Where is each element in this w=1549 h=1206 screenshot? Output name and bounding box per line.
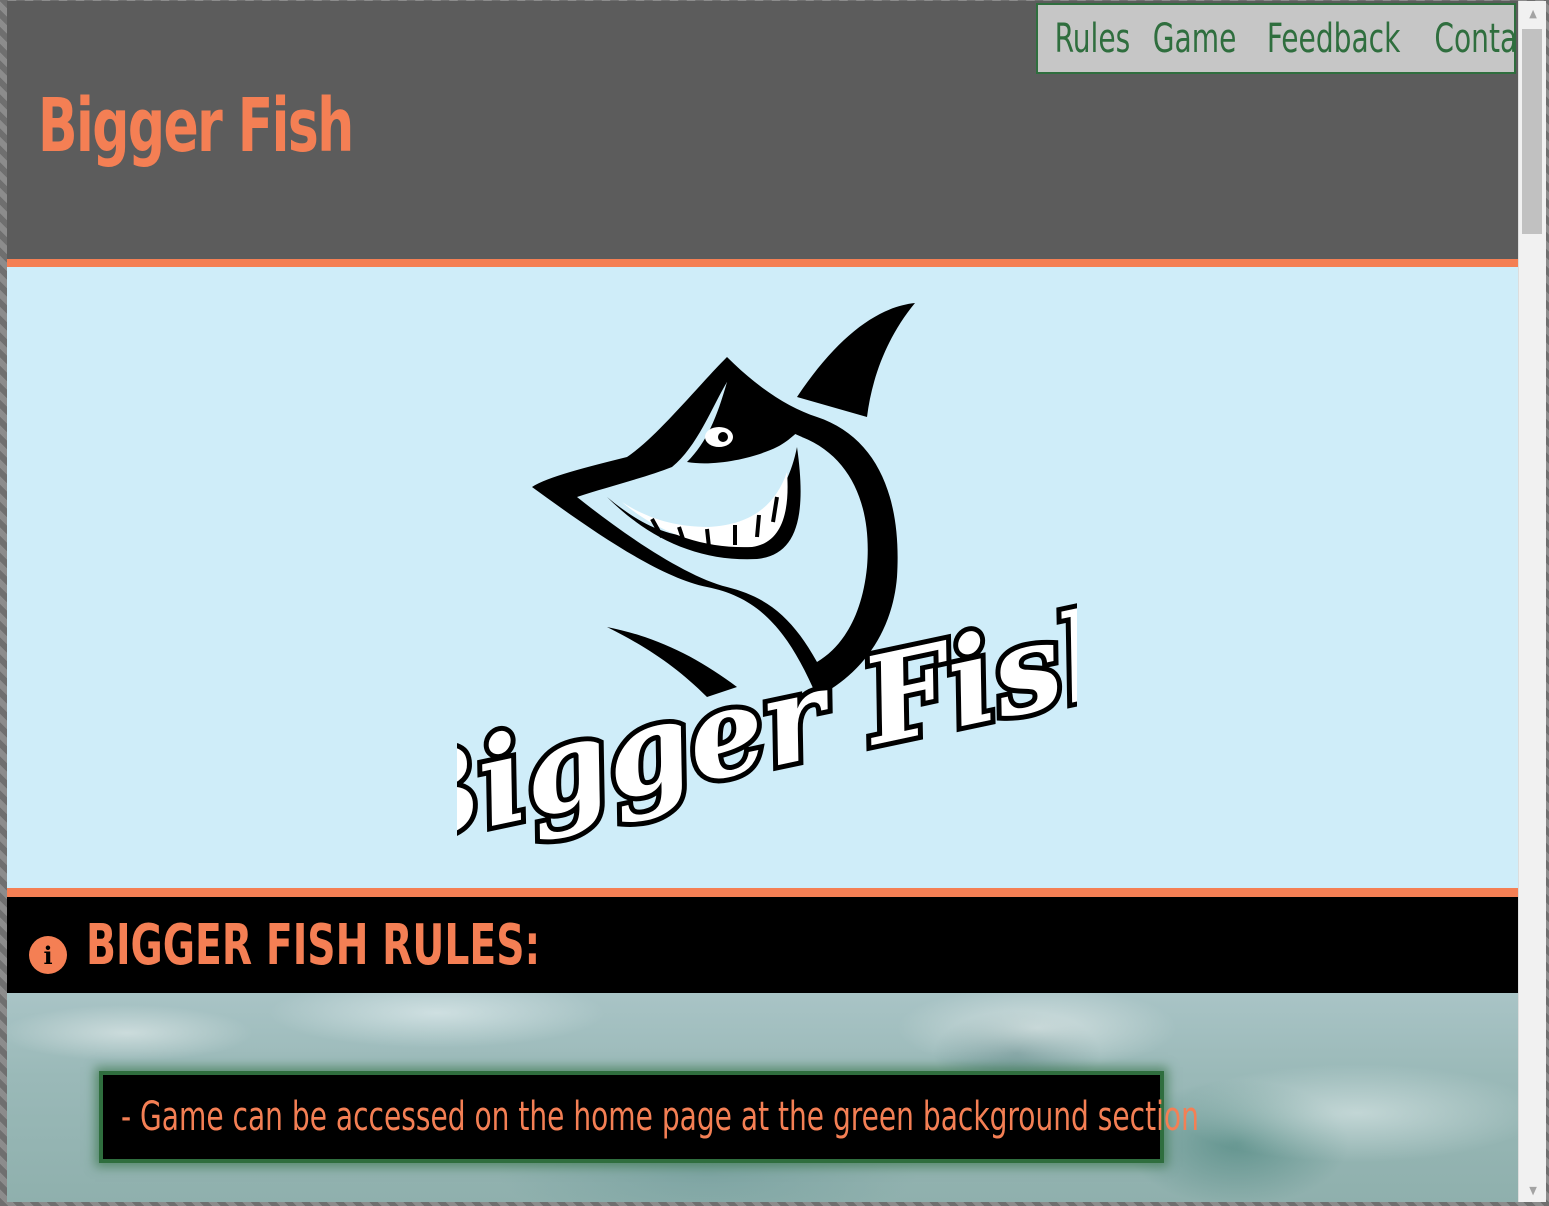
vertical-scrollbar[interactable]: ▲ ▼ (1518, 1, 1546, 1202)
info-icon: i (29, 936, 67, 974)
logo-wordmark: Bigger Fish (457, 576, 1077, 857)
nav-feedback[interactable]: Feedback (1267, 19, 1401, 59)
nav-contact[interactable]: Contact (1435, 19, 1518, 59)
nav-game[interactable]: Game (1153, 19, 1237, 59)
site-title: Bigger Fish (38, 83, 354, 169)
scroll-down-arrow-icon[interactable]: ▼ (1519, 1178, 1547, 1202)
rules-title: BIGGER FISH RULES: (86, 913, 541, 978)
scroll-thumb[interactable] (1522, 29, 1542, 234)
header-divider (7, 259, 1518, 267)
hero-section: Bigger Fish (7, 267, 1518, 888)
page-viewport: Bigger Fish Rules Game Feedback Contact (7, 1, 1518, 1202)
site-header: Bigger Fish Rules Game Feedback Contact (7, 1, 1518, 259)
shark-logo-icon: Bigger Fish (457, 303, 1077, 857)
scroll-up-arrow-icon[interactable]: ▲ (1519, 1, 1547, 25)
hero-divider (7, 888, 1518, 897)
nav-rules[interactable]: Rules (1055, 19, 1131, 59)
rule-item: - Game can be accessed on the home page … (99, 1071, 1199, 1163)
main-nav: Rules Game Feedback Contact (1036, 3, 1518, 74)
rule-item-text: - Game can be accessed on the home page … (121, 1094, 1199, 1140)
browser-frame: Bigger Fish Rules Game Feedback Contact (0, 0, 1549, 1206)
